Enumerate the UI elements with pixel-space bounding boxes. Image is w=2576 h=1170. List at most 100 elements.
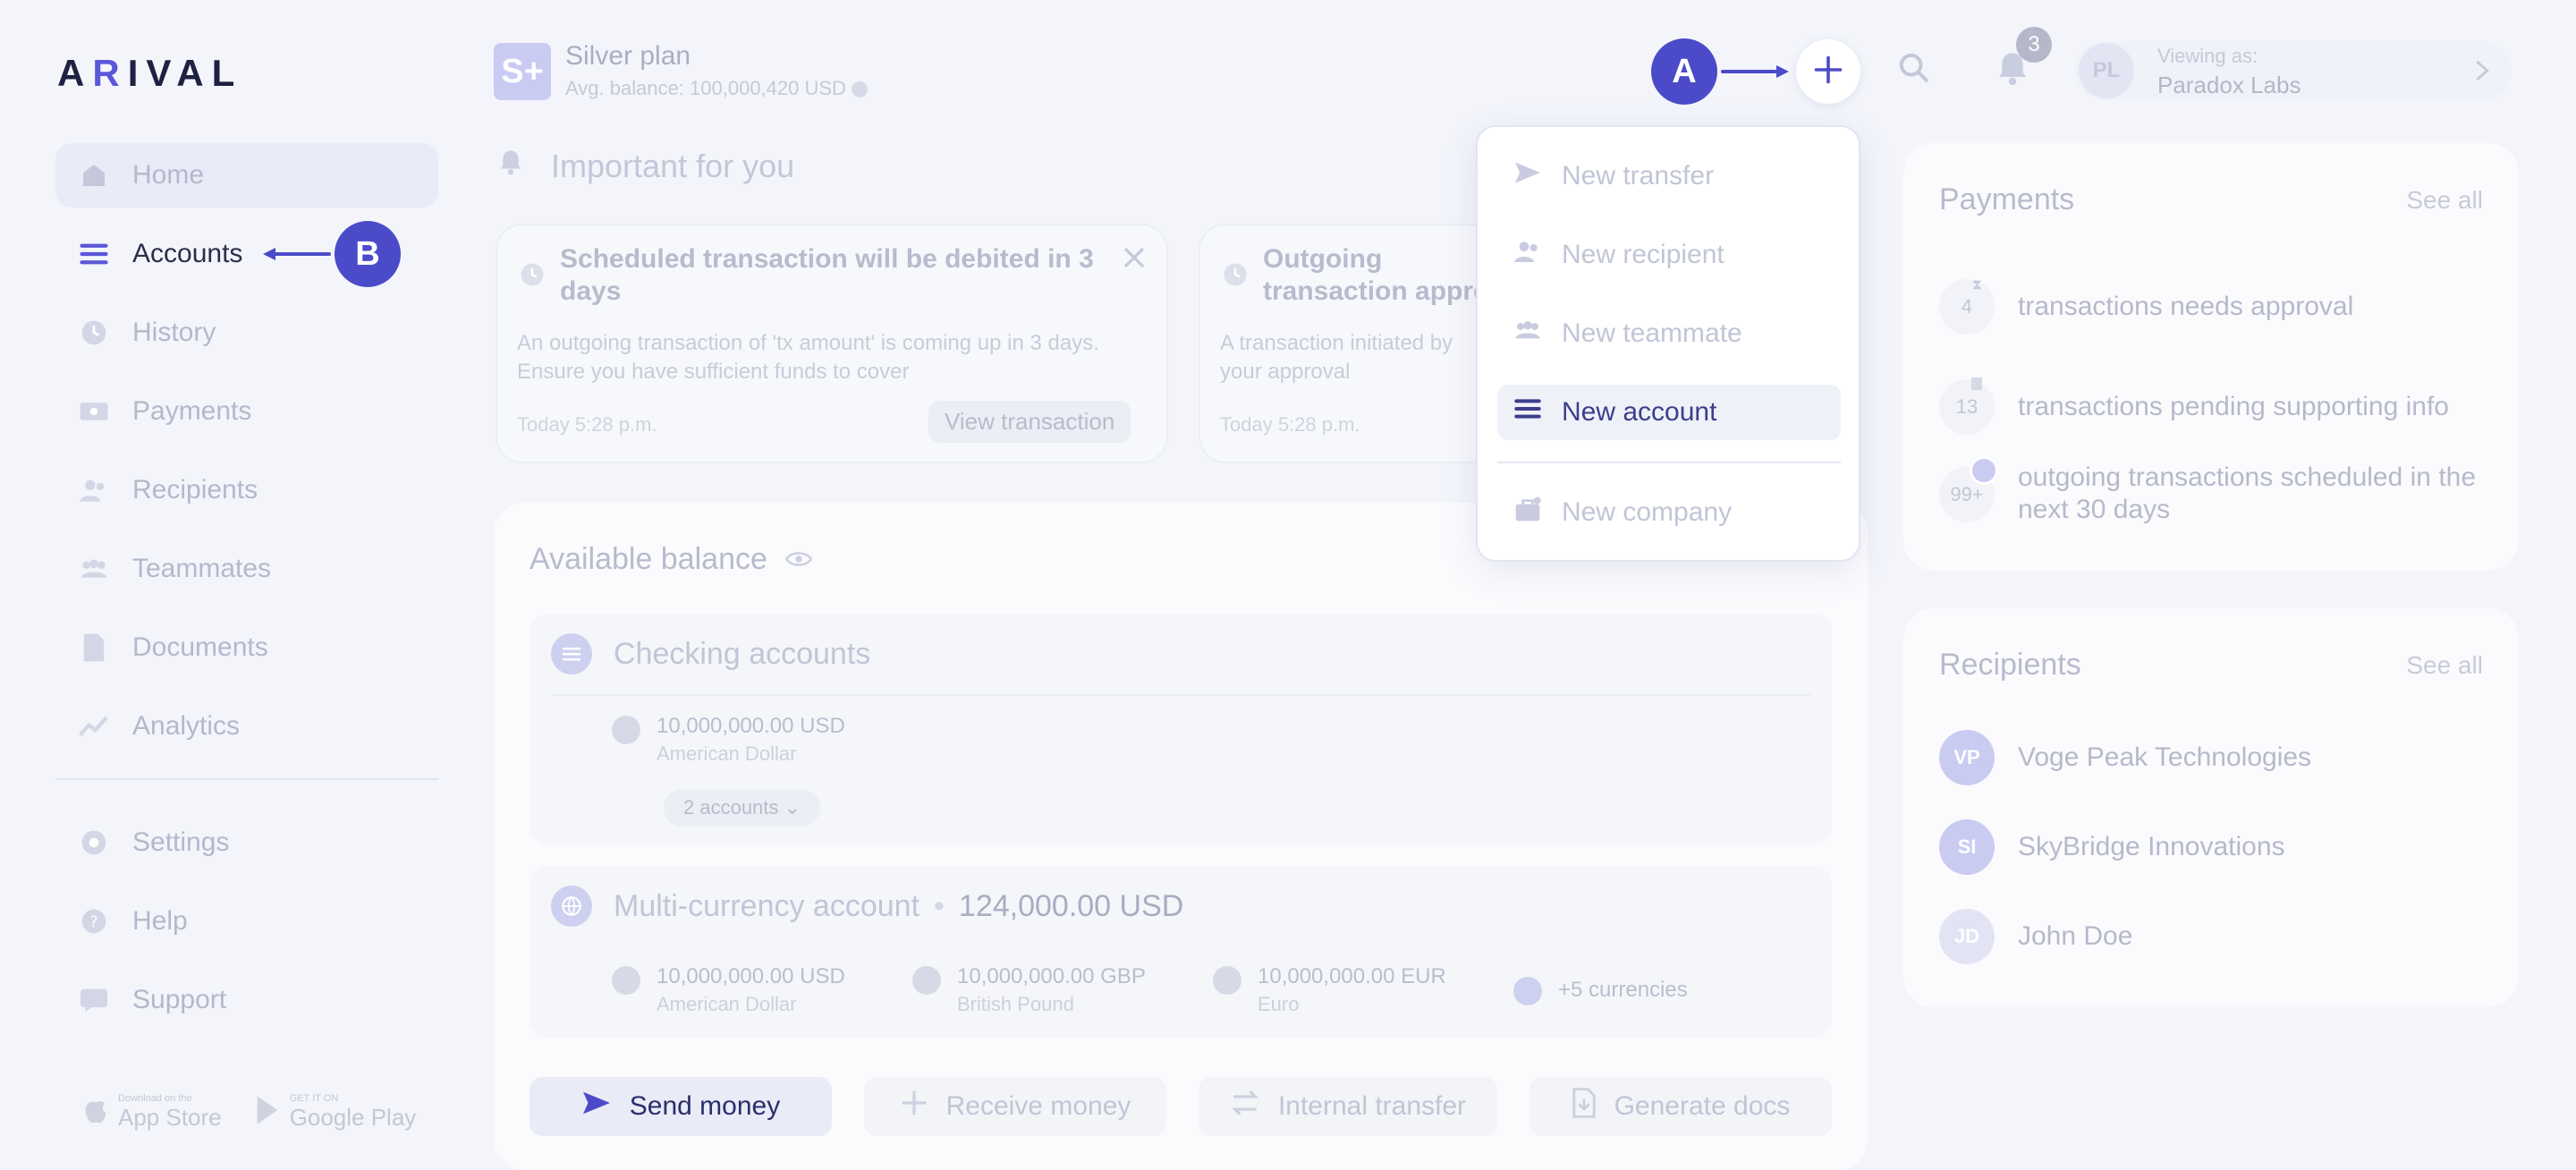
sidebar-item-support[interactable]: Support (55, 968, 438, 1032)
payments-card: Payments See all 4 ⧗ transactions needs a… (1903, 143, 2519, 571)
count-bubble: 99+ (1939, 456, 1998, 522)
currency-row: 10,000,000.00 EUR Euro (1213, 964, 1446, 1016)
payments-row[interactable]: 99+ outgoing transactions scheduled in t… (1939, 456, 2519, 526)
menu-item-new-teammate[interactable]: New teammate (1497, 306, 1841, 361)
notification-title: Scheduled transaction will be debited in… (560, 244, 1094, 306)
menu-item-new-account[interactable]: New account (1497, 385, 1841, 440)
currency-row: 10,000,000.00 USD American Dollar (612, 964, 845, 1016)
recipient-row[interactable]: SI SkyBridge Innovations (1939, 819, 2285, 875)
sidebar-item-payments[interactable]: Payments (55, 379, 438, 444)
sidebar-item-label: History (132, 318, 216, 347)
arival-logo[interactable]: ARIVAL (57, 52, 242, 95)
globe-icon (551, 886, 592, 927)
sidebar-item-label: Documents (132, 632, 268, 662)
swap-icon (1230, 1089, 1260, 1124)
avatar: JD (1939, 909, 1995, 964)
sidebar-item-label: Recipients (132, 475, 258, 504)
app-background: ARIVAL Home Accounts History Payments Re… (0, 0, 2576, 1170)
gear-icon (79, 827, 109, 858)
sidebar-item-label: Teammates (132, 554, 272, 583)
send-icon (581, 1089, 612, 1123)
divider (551, 694, 1810, 696)
chevron-right-icon (2474, 59, 2490, 87)
create-new-button[interactable] (1796, 39, 1860, 104)
app-store-badge[interactable]: Download on the App Store (82, 1093, 222, 1132)
sidebar-divider (55, 778, 438, 780)
svg-text:?: ? (89, 914, 97, 932)
home-icon (79, 160, 109, 191)
sidebar-item-home[interactable]: Home (55, 143, 438, 208)
calendar-icon (1970, 456, 1998, 485)
view-transaction-button[interactable]: View transaction (928, 401, 1131, 443)
menu-item-new-company[interactable]: New company (1497, 485, 1841, 540)
account-switcher[interactable]: PL Viewing as: Paradox Labs (2075, 41, 2512, 100)
annotation-marker-a: A (1651, 38, 1717, 105)
sidebar-item-teammates[interactable]: Teammates (55, 537, 438, 601)
store-badges: Download on the App Store GET IT ON Google… (82, 1093, 416, 1132)
annotation-marker-b: B (335, 221, 401, 287)
clock-icon (519, 261, 546, 292)
info-icon (852, 81, 869, 98)
us-flag-icon (612, 716, 640, 744)
recipient-row[interactable]: JD John Doe (1939, 909, 2132, 964)
generate-docs-button[interactable]: Generate docs (1530, 1077, 1832, 1136)
clock-icon (79, 318, 109, 348)
payments-row[interactable]: 4 ⧗ transactions needs approval (1939, 277, 2353, 335)
sidebar-item-help[interactable]: ? Help (55, 889, 438, 954)
google-play-badge[interactable]: GET IT ON Google Play (254, 1093, 416, 1132)
plus-icon (900, 1089, 928, 1124)
accounts-dropdown[interactable]: 2 accounts ⌄ (664, 789, 820, 827)
currency-row: 10,000,000.00 USD American Dollar (612, 714, 845, 766)
notification-time: Today 5:28 p.m. (517, 413, 657, 436)
notification-card[interactable]: Outgoing transaction approval A transact… (1199, 224, 1503, 463)
internal-transfer-button[interactable]: Internal transfer (1199, 1077, 1497, 1136)
search-button[interactable] (1896, 50, 1932, 90)
recipients-title: Recipients (1939, 648, 2081, 682)
sidebar-item-label: Analytics (132, 711, 241, 741)
sidebar-item-label: Accounts (132, 239, 243, 268)
sidebar-item-analytics[interactable]: Analytics (55, 694, 438, 759)
receive-money-button[interactable]: Receive money (864, 1077, 1166, 1136)
bell-icon (497, 147, 524, 185)
multi-currency-box[interactable]: Multi-currency account • 124,000.00 USD … (530, 866, 1832, 1038)
sidebar-item-settings[interactable]: Settings (55, 810, 438, 875)
google-play-icon (254, 1095, 281, 1130)
checking-accounts-header: Checking accounts (551, 633, 870, 674)
menu-item-new-transfer[interactable]: New transfer (1497, 148, 1841, 204)
notification-body: An outgoing transaction of 'tx amount' i… (517, 331, 1099, 384)
document-icon (1971, 377, 1982, 390)
send-money-button[interactable]: Send money (530, 1077, 832, 1136)
plan-badge: S+ (494, 43, 551, 100)
plan-title: Silver plan (565, 41, 691, 71)
search-icon (1896, 53, 1932, 89)
menu-item-new-recipient[interactable]: New recipient (1497, 227, 1841, 283)
notification-card[interactable]: Scheduled transaction will be debited in… (496, 224, 1168, 463)
notification-time: Today 5:28 p.m. (1220, 413, 1360, 436)
sidebar-item-recipients[interactable]: Recipients (55, 458, 438, 522)
important-section-title: Important for you (497, 147, 794, 185)
menu-divider (1497, 462, 1841, 463)
more-currencies[interactable]: +5 currencies (1513, 975, 1688, 1005)
payments-row[interactable]: 13 transactions pending supporting info (1939, 377, 2449, 435)
checking-accounts-box[interactable]: Checking accounts 10,000,000.00 USD Ameri… (530, 614, 1832, 844)
list-icon (79, 239, 109, 269)
sidebar-item-label: Settings (132, 827, 230, 857)
eye-icon[interactable] (784, 542, 813, 577)
sidebar-item-history[interactable]: History (55, 301, 438, 365)
payments-see-all-link[interactable]: See all (2406, 186, 2483, 215)
sidebar-item-documents[interactable]: Documents (55, 615, 438, 680)
bell-icon (1995, 53, 2030, 91)
multi-currency-total: 124,000.00 USD (958, 888, 1184, 923)
balance-title: Available balance (530, 542, 813, 577)
notification-title: Outgoing transaction approval (1263, 244, 1503, 306)
recipients-see-all-link[interactable]: See all (2406, 651, 2483, 680)
recipient-row[interactable]: VP Voge Peak Technologies (1939, 730, 2311, 785)
uk-flag-icon (912, 966, 941, 995)
user-icon (1513, 239, 1542, 271)
users-icon (79, 475, 109, 505)
company-name: Paradox Labs (2157, 72, 2301, 98)
payments-icon (79, 396, 109, 427)
close-icon[interactable] (1123, 247, 1145, 273)
document-icon (79, 632, 109, 663)
team-icon (1513, 318, 1542, 350)
